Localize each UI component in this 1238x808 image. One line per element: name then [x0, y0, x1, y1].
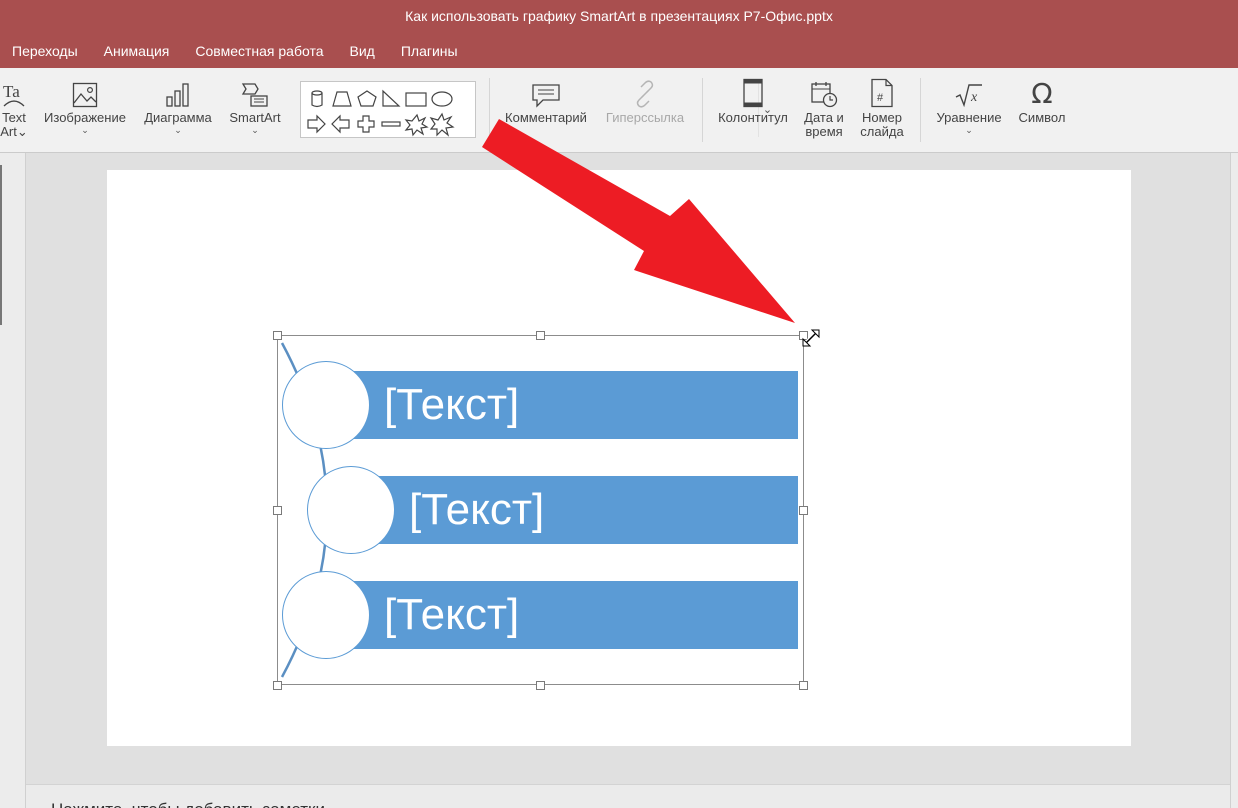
shapes-gallery[interactable]: ⌄: [300, 81, 772, 138]
image-icon: [72, 78, 98, 108]
svg-text:x: x: [970, 90, 978, 105]
image-label: Изображение: [44, 110, 126, 125]
square-root-icon: x: [954, 78, 984, 108]
smartart-label: SmartArt: [229, 110, 281, 125]
header-footer-icon: [742, 78, 764, 108]
chevron-down-icon: ⌄: [81, 125, 89, 135]
resize-handle-bottom-right[interactable]: [799, 681, 808, 690]
notes-panel[interactable]: Нажмите, чтобы добавить заметки: [26, 784, 1230, 808]
comment-icon: [531, 78, 561, 108]
image-button[interactable]: Изображение ⌄: [40, 78, 130, 135]
explosion2-shape-icon: [429, 112, 455, 137]
textart-icon: Ta: [1, 78, 27, 108]
explosion-shape-icon: [404, 113, 429, 137]
ribbon-separator: [920, 78, 921, 142]
tab-animation[interactable]: Анимация: [91, 43, 183, 63]
annotation-arrow-icon: [482, 119, 795, 323]
resize-handle-left[interactable]: [273, 506, 282, 515]
thumbnail-scroll-indicator: [0, 165, 2, 325]
tab-view[interactable]: Вид: [337, 43, 388, 63]
omega-icon: Ω: [1031, 77, 1053, 110]
symbol-label: Символ: [1018, 110, 1066, 125]
trapezoid-shape-icon: [332, 91, 352, 107]
selection-frame[interactable]: [277, 335, 804, 685]
equation-button[interactable]: x Уравнение ⌄: [930, 78, 1008, 135]
resize-handle-right[interactable]: [799, 506, 808, 515]
arrow-right-shape-icon: [307, 114, 326, 134]
smartart-button[interactable]: SmartArt ⌄: [224, 78, 286, 135]
arrow-left-shape-icon: [331, 114, 350, 134]
rectangle-shape-icon: [405, 92, 427, 107]
menu-tabs: Переходы Анимация Совместная работа Вид …: [0, 43, 471, 63]
chart-button[interactable]: Диаграмма ⌄: [140, 78, 216, 135]
title-bar: Как использовать графику SmartArt в през…: [0, 0, 1238, 68]
tab-collaboration[interactable]: Совместная работа: [182, 43, 336, 63]
slide-number-button[interactable]: # Номер слайда: [856, 78, 908, 139]
ellipse-shape-icon: [431, 91, 453, 107]
resize-handle-bottom[interactable]: [536, 681, 545, 690]
resize-handle-bottom-left[interactable]: [273, 681, 282, 690]
chart-label: Диаграмма: [144, 110, 212, 125]
chevron-down-icon: ⌄: [965, 125, 973, 135]
calendar-clock-icon: [810, 78, 838, 108]
equation-label: Уравнение: [936, 110, 1002, 125]
document-title: Как использовать графику SmartArt в през…: [405, 8, 833, 24]
tab-plugins[interactable]: Плагины: [388, 43, 471, 63]
pentagon-shape-icon: [357, 90, 377, 107]
svg-text:Ta: Ta: [3, 82, 20, 101]
right-triangle-shape-icon: [382, 89, 401, 107]
slide-number-label-2: слайда: [860, 124, 904, 139]
textart-label-1: Text: [2, 110, 26, 125]
tab-transitions[interactable]: Переходы: [0, 43, 91, 63]
minus-shape-icon: [381, 121, 401, 127]
svg-text:#: #: [877, 92, 884, 104]
textart-button[interactable]: Ta Text Art⌄: [0, 78, 30, 139]
chevron-down-icon: ⌄: [251, 125, 259, 135]
link-icon: [631, 78, 659, 108]
chevron-down-icon: ⌄: [174, 125, 182, 135]
vertical-scrollbar[interactable]: [1230, 153, 1238, 808]
slide-number-label-1: Номер: [861, 110, 902, 125]
cylinder-shape-icon: [311, 90, 323, 108]
chart-icon: [165, 78, 191, 108]
plus-shape-icon: [357, 115, 375, 133]
notes-placeholder[interactable]: Нажмите, чтобы добавить заметки: [51, 800, 325, 808]
smartart-icon: [241, 78, 269, 108]
slide-number-icon: #: [870, 78, 894, 108]
resize-handle-top-left[interactable]: [273, 331, 282, 340]
symbol-button[interactable]: Ω Символ: [1014, 78, 1070, 125]
textart-label-2: Art⌄: [0, 124, 28, 139]
slide-thumbnails-panel[interactable]: [0, 153, 26, 808]
